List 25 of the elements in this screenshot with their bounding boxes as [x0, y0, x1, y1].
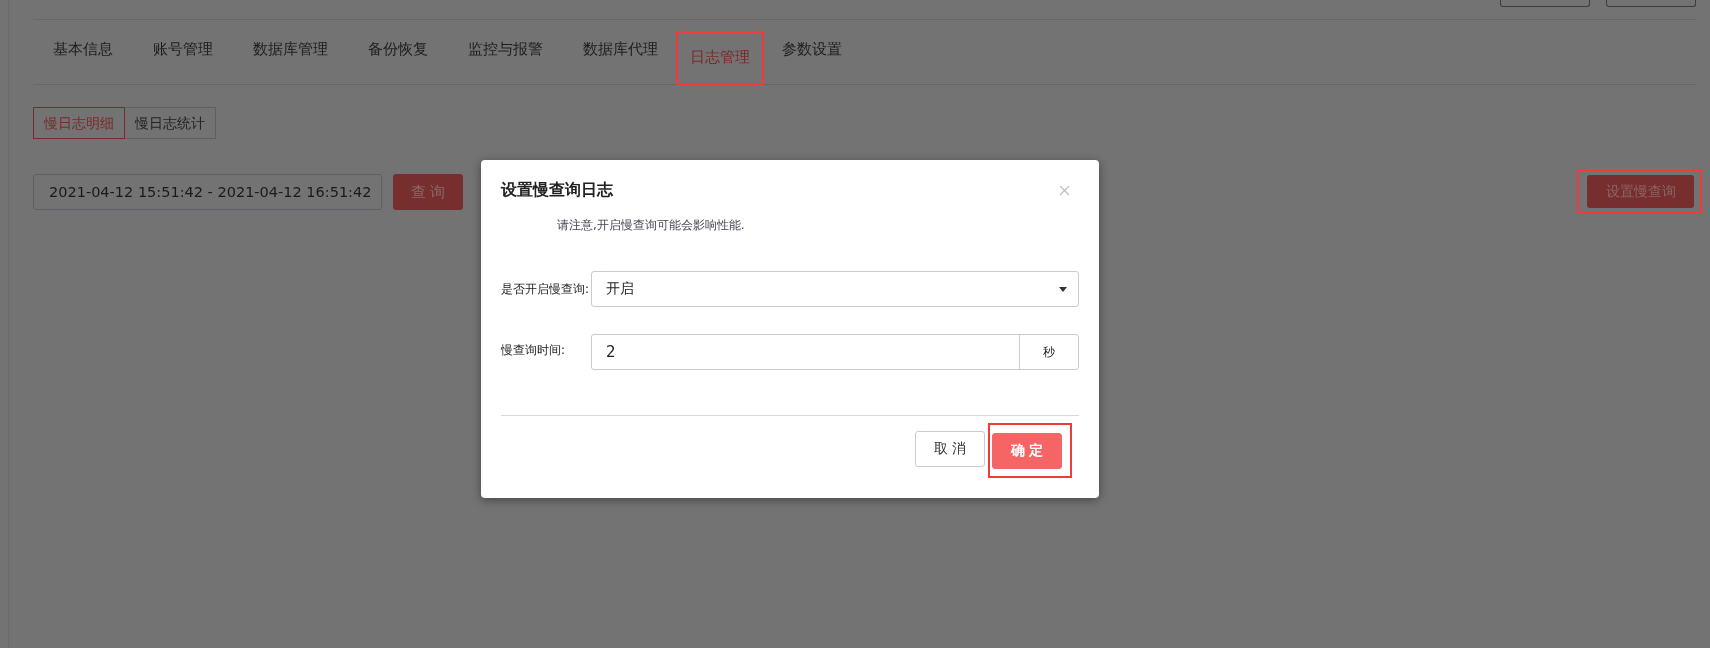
tab[interactable]: 数据库代理 [563, 20, 678, 84]
number-field[interactable]: 2 秒 [591, 334, 1079, 370]
tab[interactable]: 参数设置 [762, 20, 862, 84]
select-field[interactable]: 开启 [591, 271, 1079, 307]
top-button[interactable] [1606, 0, 1696, 7]
close-icon[interactable] [1059, 184, 1070, 196]
field-label: 慢查询时间: [501, 342, 567, 359]
date-range-field[interactable]: 2021-04-12 15:51:42 - 2021-04-12 16:51:42 [33, 174, 382, 210]
unit-label: 秒 [1042, 343, 1056, 361]
tab[interactable]: 数据库管理 [233, 20, 348, 84]
dialog-title: 设置慢查询日志 [501, 179, 613, 201]
segment-tab[interactable]: 慢日志明细 [33, 107, 125, 139]
query-button[interactable]: 查 询 [393, 174, 463, 210]
top-button[interactable] [1500, 0, 1590, 7]
tab[interactable]: 账号管理 [133, 20, 233, 84]
tab[interactable]: 基本信息 [33, 20, 133, 84]
tab[interactable]: 日志管理 [678, 33, 762, 83]
tab[interactable]: 备份恢复 [348, 20, 448, 84]
field-label: 是否开启慢查询: [501, 280, 591, 298]
notice-text: 请注意,开启慢查询可能会影响性能. [556, 217, 746, 234]
cancel-button[interactable]: 取 消 [915, 430, 985, 467]
segment-tab[interactable]: 慢日志统计 [125, 107, 216, 139]
caret-icon [1059, 286, 1067, 292]
tab[interactable]: 监控与报警 [448, 20, 563, 84]
confirm-button[interactable]: 确 定 [992, 433, 1062, 469]
